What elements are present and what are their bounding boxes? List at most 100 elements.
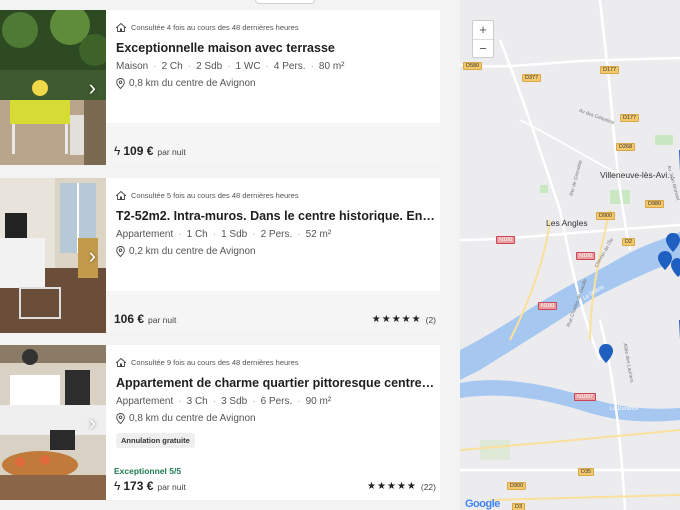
house-icon: [116, 22, 126, 32]
views-text: Consultée 9 fois au cours des 48 dernièr…: [131, 357, 299, 367]
spec-type: Appartement: [116, 396, 174, 407]
listing-title[interactable]: T2-52m2. Intra-muros. Dans le centre his…: [116, 209, 436, 223]
road-label: N100: [576, 252, 596, 260]
spec-guests: 4 Pers.: [273, 61, 306, 72]
road-label: D177: [600, 66, 620, 74]
price-row: 106 € par nuit: [114, 312, 176, 326]
spec-bedrooms: 1 Ch: [186, 229, 208, 240]
listing-card[interactable]: › Consultée 5 fois au cours des 48 derni…: [0, 178, 440, 333]
spec-bathrooms: 1 Sdb: [221, 229, 248, 240]
stars-icon: ★★★★★: [371, 314, 422, 325]
zoom-in-button[interactable]: +: [473, 21, 493, 39]
road-label: D900: [507, 482, 527, 490]
road-label: D980: [645, 200, 665, 208]
listing-card[interactable]: › Consultée 4 fois au cours des 48 derni…: [0, 10, 440, 165]
road-label: D377: [522, 74, 542, 82]
map-panel[interactable]: + − Villeneuve-lès-Avi… Les Angles D580 …: [460, 0, 680, 510]
price-period: par nuit: [157, 482, 186, 492]
rating-label: Exceptionnel 5/5: [114, 466, 182, 476]
road-label: D2: [622, 238, 636, 246]
spec-area: 80 m²: [318, 61, 345, 72]
views-notice: Consultée 9 fois au cours des 48 dernièr…: [116, 355, 436, 369]
next-photo-icon[interactable]: ›: [89, 76, 96, 99]
review-count: (22): [420, 481, 436, 492]
review-count: (2): [425, 314, 436, 325]
road-label: D580: [463, 62, 483, 70]
listing-title[interactable]: Exceptionnelle maison avec terrasse: [116, 41, 436, 55]
spec-area: 52 m²: [305, 229, 332, 240]
listing-results: › Consultée 4 fois au cours des 48 derni…: [0, 0, 460, 510]
listing-specs: Maison · 2 Ch · 2 Sdb · 1 WC · 4 Pers. · 80 m²: [116, 61, 345, 72]
location-pin-icon: [116, 78, 125, 89]
views-notice: Consultée 4 fois au cours des 48 dernièr…: [116, 20, 436, 34]
zoom-out-button[interactable]: −: [473, 39, 493, 57]
price-box: ϟ 109 € par nuit: [106, 123, 440, 165]
price-row: ϟ 109 € par nuit: [114, 144, 186, 158]
price-box: Exceptionnel 5/5 ϟ 173 € par nuit ★★★★★ …: [106, 458, 440, 500]
price-row: ϟ 173 € par nuit: [114, 479, 186, 493]
listing-card[interactable]: › Consultée 9 fois au cours des 48 derni…: [0, 345, 440, 500]
listing-title[interactable]: Appartement de charme quartier pittoresq…: [116, 376, 436, 390]
free-cancellation-badge: Annulation gratuite: [116, 433, 195, 448]
listing-info: Consultée 4 fois au cours des 48 dernièr…: [106, 10, 440, 165]
scroll-top-tab: [255, 0, 315, 4]
spec-bedrooms: 2 Ch: [161, 61, 183, 72]
spec-guests: 6 Pers.: [260, 396, 293, 407]
listing-specs: Appartement · 1 Ch · 1 Sdb · 2 Pers. · 52 m²: [116, 229, 332, 240]
spec-type: Appartement: [116, 229, 174, 240]
road-label: D3: [512, 503, 526, 510]
listing-photo[interactable]: ›: [0, 345, 106, 500]
location-pin-icon: [116, 413, 125, 424]
google-logo: Google: [465, 498, 500, 510]
spec-wc: 1 WC: [235, 61, 261, 72]
star-rating[interactable]: ★★★★★ (2): [372, 314, 436, 325]
price-period: par nuit: [148, 315, 177, 325]
spec-area: 90 m²: [305, 396, 332, 407]
distance-text: 0,8 km du centre de Avignon: [129, 413, 256, 424]
house-icon: [116, 357, 126, 367]
place-label: Villeneuve-lès-Avi…: [600, 170, 676, 180]
distance-text: 0,8 km du centre de Avignon: [129, 78, 256, 89]
road-label: N100: [538, 302, 558, 310]
zoom-controls: + −: [472, 20, 494, 58]
views-text: Consultée 4 fois au cours des 48 dernièr…: [131, 22, 299, 32]
views-notice: Consultée 5 fois au cours des 48 dernièr…: [116, 188, 436, 202]
next-photo-icon[interactable]: ›: [89, 411, 96, 434]
price-amount: 106 €: [114, 312, 145, 326]
distance-row: 0,8 km du centre de Avignon: [116, 78, 436, 89]
spec-type: Maison: [116, 61, 149, 72]
listing-photo[interactable]: ›: [0, 178, 106, 333]
road-label: N1007: [574, 393, 597, 401]
location-pin-icon: [116, 246, 125, 257]
price-amount: 173 €: [123, 479, 154, 493]
place-label: Les Angles: [546, 218, 588, 228]
road-label: D177: [620, 114, 640, 122]
instant-booking-icon: ϟ: [114, 144, 121, 158]
road-label: D900: [596, 212, 616, 220]
spec-bathrooms: 2 Sdb: [196, 61, 223, 72]
star-rating[interactable]: ★★★★★ (22): [367, 481, 436, 492]
listing-specs: Appartement · 3 Ch · 3 Sdb · 6 Pers. · 90 m²: [116, 396, 332, 407]
distance-row: 0,8 km du centre de Avignon: [116, 413, 436, 424]
road-label: N100: [496, 236, 516, 244]
distance-row: 0,2 km du centre de Avignon: [116, 246, 436, 257]
road-label: D268: [616, 143, 636, 151]
spec-bathrooms: 3 Sdb: [221, 396, 248, 407]
listing-info: Consultée 9 fois au cours des 48 dernièr…: [106, 345, 440, 500]
spec-guests: 2 Pers.: [260, 229, 293, 240]
instant-booking-icon: ϟ: [114, 479, 121, 493]
stars-icon: ★★★★★: [367, 481, 417, 492]
views-text: Consultée 5 fois au cours des 48 dernièr…: [131, 190, 299, 200]
river-label: La Durance: [610, 406, 639, 412]
house-icon: [116, 190, 126, 200]
listing-info: Consultée 5 fois au cours des 48 dernièr…: [106, 178, 440, 333]
map-canvas: [460, 0, 680, 510]
road-label: D35: [578, 468, 595, 476]
listing-photo[interactable]: ›: [0, 10, 106, 165]
distance-text: 0,2 km du centre de Avignon: [129, 246, 256, 257]
price-period: par nuit: [157, 147, 186, 157]
spec-bedrooms: 3 Ch: [186, 396, 208, 407]
price-amount: 109 €: [123, 144, 154, 158]
next-photo-icon[interactable]: ›: [89, 244, 96, 267]
price-box: 106 € par nuit ★★★★★ (2): [106, 291, 440, 333]
